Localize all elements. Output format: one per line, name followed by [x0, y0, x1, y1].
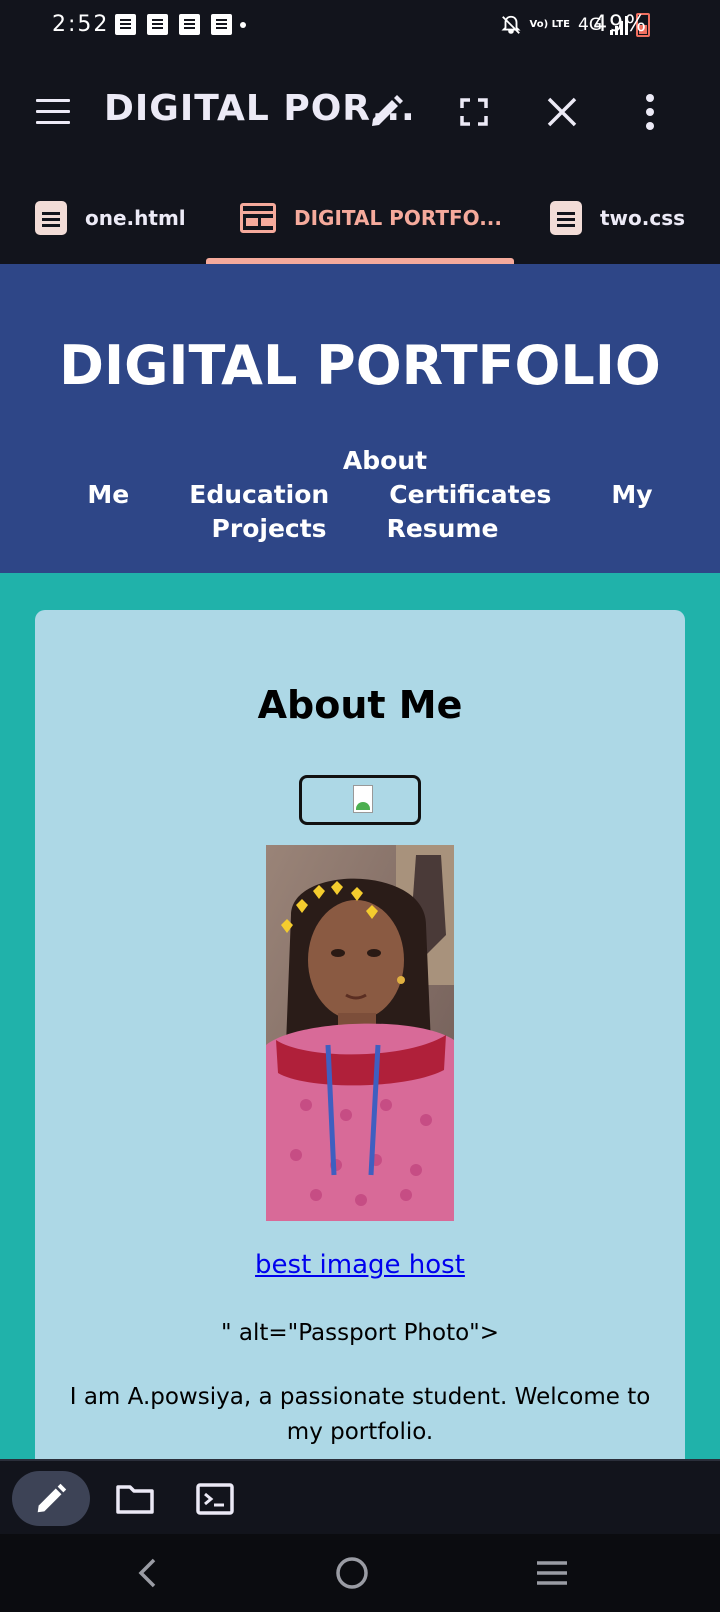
web-preview[interactable]: DIGITAL PORTFOLIO About Me Education Certi…: [0, 264, 720, 1461]
nav-education[interactable]: Education: [189, 480, 329, 509]
notification-icon: [211, 14, 232, 35]
mute-icon: [500, 15, 521, 34]
app-toolbar: DIGITAL POR...: [0, 56, 720, 172]
status-time: 2:52: [52, 12, 110, 37]
web-preview-icon: [240, 203, 276, 233]
edit-icon: [37, 1483, 67, 1513]
intro-paragraph: I am A.powsiya, a passionate student. We…: [69, 1384, 651, 1445]
more-notifications-dot: [240, 21, 246, 28]
site-nav: About Me Education Certificates My Projects…: [60, 444, 680, 546]
document-icon: [35, 201, 67, 235]
lte-label: Vo) LTE: [529, 19, 570, 30]
notification-icon: [179, 14, 200, 35]
stray-alt-text: " alt="Passport Photo">: [220, 1320, 500, 1346]
terminal-icon[interactable]: [195, 1479, 235, 1519]
tab-label: DIGITAL PORTFO...: [294, 206, 502, 230]
close-icon[interactable]: [540, 90, 584, 134]
notification-icon: [147, 14, 168, 35]
document-icon: [550, 201, 582, 235]
notification-icon: [115, 14, 136, 35]
tab-label: one.html: [85, 206, 186, 230]
more-icon[interactable]: [628, 90, 672, 134]
edit-mode-button[interactable]: [12, 1471, 90, 1526]
site-title: DIGITAL PORTFOLIO: [59, 334, 661, 397]
broken-image-icon: [353, 785, 373, 813]
about-heading: About Me: [257, 683, 463, 727]
tab-two-css[interactable]: two.css: [550, 172, 685, 264]
notification-icons: [115, 14, 246, 35]
back-icon[interactable]: [132, 1556, 166, 1590]
folder-icon[interactable]: [115, 1479, 155, 1519]
nav-certificates[interactable]: Certificates: [389, 480, 551, 509]
tab-one-html[interactable]: one.html: [35, 172, 186, 264]
file-tabs: one.html DIGITAL PORTFO... two.css: [0, 172, 720, 264]
edit-icon[interactable]: [364, 90, 408, 134]
menu-icon[interactable]: [36, 99, 70, 125]
battery-percent: 49%: [593, 12, 648, 37]
best-image-host-link[interactable]: best image host: [35, 1250, 685, 1280]
site-header: DIGITAL PORTFOLIO About Me Education Certi…: [0, 264, 720, 573]
tab-label: two.css: [600, 206, 686, 230]
system-navigation-bar: [0, 1534, 720, 1612]
fullscreen-icon[interactable]: [452, 90, 496, 134]
about-card: About Me best image host " alt="Passport…: [35, 610, 685, 1461]
home-icon[interactable]: [333, 1554, 371, 1592]
profile-photo: [266, 845, 454, 1221]
broken-image: [299, 775, 421, 825]
recents-icon[interactable]: [534, 1556, 570, 1590]
tab-digital-portfolio[interactable]: DIGITAL PORTFO...: [240, 172, 502, 264]
nav-resume[interactable]: Resume: [387, 514, 499, 543]
status-bar: 2:52 Vo) LTE 4G 49%: [0, 0, 720, 56]
editor-bottom-bar: [0, 1459, 720, 1534]
